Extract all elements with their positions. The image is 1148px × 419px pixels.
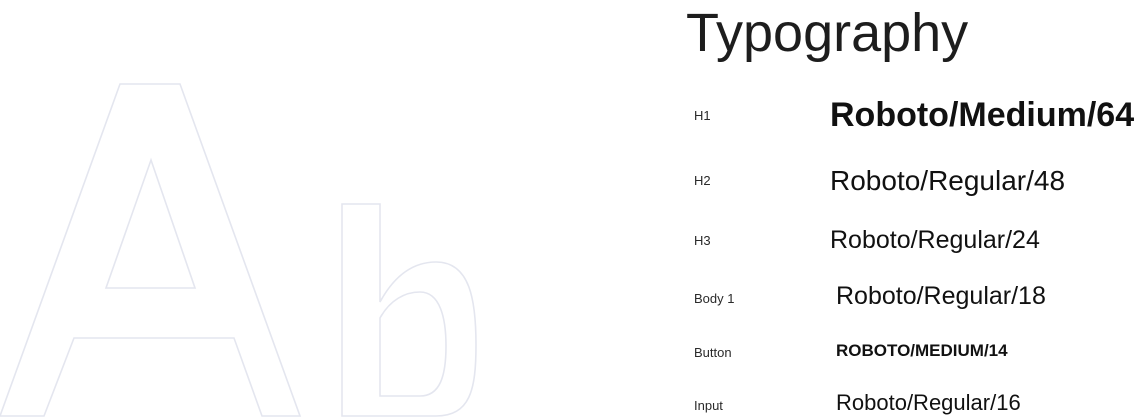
style-label-h1: H1 xyxy=(694,108,711,123)
letter-b-outline xyxy=(341,203,477,417)
style-sample-h2: Roboto/Regular/48 xyxy=(830,165,1066,196)
style-sample-input: Roboto/Regular/16 xyxy=(836,390,1021,415)
style-label-button: Button xyxy=(694,345,732,360)
style-label-h3: H3 xyxy=(694,233,711,248)
style-sample-h3: Roboto/Regular/24 xyxy=(830,226,1040,254)
typography-page: Typography H1 Roboto/Medium/64 H2 Roboto… xyxy=(0,0,1148,419)
style-sample-h1: Roboto/Medium/64 xyxy=(830,96,1135,134)
style-label-h2: H2 xyxy=(694,173,711,188)
style-sample-button: ROBOTO/MEDIUM/14 xyxy=(836,341,1008,360)
ab-letter-specimen xyxy=(0,83,477,417)
style-sample-body-1: Roboto/Regular/18 xyxy=(836,282,1046,310)
page-title: Typography xyxy=(686,3,969,63)
letter-a-counter xyxy=(104,157,197,289)
letter-a-outline xyxy=(0,83,302,417)
style-label-body-1: Body 1 xyxy=(694,291,735,306)
style-label-input: Input xyxy=(694,398,723,413)
letter-b-counter xyxy=(379,291,447,397)
